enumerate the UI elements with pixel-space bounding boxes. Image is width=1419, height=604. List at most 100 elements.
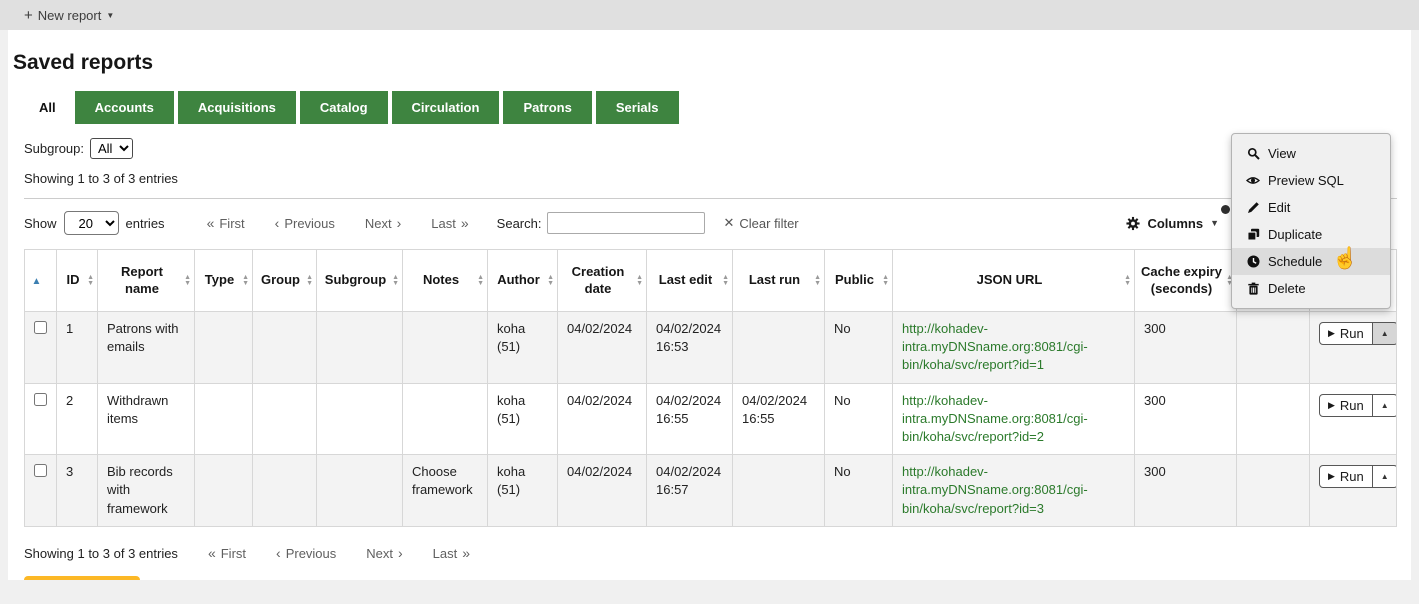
cell-type bbox=[195, 455, 253, 527]
row-checkbox[interactable] bbox=[34, 393, 47, 406]
cell-notes: Choose framework bbox=[403, 455, 488, 527]
subgroup-select[interactable]: All bbox=[90, 138, 133, 159]
double-chevron-left-icon: « bbox=[207, 216, 215, 230]
col-header-author[interactable]: Author▲▼ bbox=[488, 250, 558, 312]
pagination-top: «First ‹Previous Next› Last» bbox=[207, 216, 469, 231]
tab-accounts[interactable]: Accounts bbox=[75, 91, 174, 124]
col-header-group[interactable]: Group▲▼ bbox=[253, 250, 317, 312]
play-icon: ▶ bbox=[1328, 472, 1335, 481]
run-dropdown-toggle[interactable]: ▲ bbox=[1373, 394, 1397, 417]
cell-cache-expiry: 300 bbox=[1135, 383, 1237, 455]
first-page-button[interactable]: «First bbox=[207, 216, 245, 231]
json-url-link[interactable]: http://kohadev-intra.myDNSname.org:8081/… bbox=[902, 464, 1088, 515]
previous-page-button[interactable]: ‹Previous bbox=[275, 216, 335, 231]
run-split-button: ▶Run ▲ bbox=[1319, 465, 1397, 488]
tab-catalog[interactable]: Catalog bbox=[300, 91, 388, 124]
first-page-button[interactable]: «First bbox=[208, 546, 246, 561]
menu-item-edit[interactable]: Edit bbox=[1232, 194, 1390, 221]
col-header-select[interactable]: ▲ bbox=[25, 250, 57, 312]
play-icon: ▶ bbox=[1328, 401, 1335, 410]
obscured-toolbar-icon[interactable] bbox=[1221, 205, 1230, 214]
cell-public: No bbox=[825, 312, 893, 384]
double-chevron-left-icon: « bbox=[208, 546, 216, 560]
search-input[interactable] bbox=[547, 212, 705, 234]
col-header-subgroup[interactable]: Subgroup▲▼ bbox=[317, 250, 403, 312]
sort-icons: ▲▼ bbox=[814, 275, 821, 287]
sort-icons: ▲▼ bbox=[306, 275, 313, 287]
next-page-button[interactable]: Next› bbox=[366, 546, 402, 561]
col-header-public[interactable]: Public▲▼ bbox=[825, 250, 893, 312]
reports-table-body: 1 Patrons with emails koha (51) 04/02/20… bbox=[25, 312, 1397, 527]
menu-item-view[interactable]: View bbox=[1232, 140, 1390, 167]
caret-down-icon: ▼ bbox=[106, 11, 114, 20]
last-page-button[interactable]: Last» bbox=[433, 546, 470, 561]
col-header-cache-expiry[interactable]: Cache expiry (seconds)▲▼ bbox=[1135, 250, 1237, 312]
chevron-left-icon: ‹ bbox=[276, 546, 281, 560]
col-header-type[interactable]: Type▲▼ bbox=[195, 250, 253, 312]
cell-last-run bbox=[733, 455, 825, 527]
row-checkbox[interactable] bbox=[34, 321, 47, 334]
double-chevron-right-icon: » bbox=[461, 216, 469, 230]
run-dropdown-toggle[interactable]: ▲ bbox=[1373, 465, 1397, 488]
col-header-last-run[interactable]: Last run▲▼ bbox=[733, 250, 825, 312]
entries-label: entries bbox=[126, 216, 165, 231]
tab-circulation[interactable]: Circulation bbox=[392, 91, 500, 124]
run-dropdown-toggle[interactable]: ▲ bbox=[1373, 322, 1397, 345]
chevron-right-icon: › bbox=[398, 546, 403, 560]
cell-notes bbox=[403, 383, 488, 455]
clear-filter-button[interactable]: ✕ Clear filter bbox=[723, 215, 798, 231]
col-header-id[interactable]: ID▲▼ bbox=[57, 250, 98, 312]
last-page-button[interactable]: Last» bbox=[431, 216, 468, 231]
cell-id: 3 bbox=[57, 455, 98, 527]
tab-patrons[interactable]: Patrons bbox=[503, 91, 591, 124]
cell-json-url: http://kohadev-intra.myDNSname.org:8081/… bbox=[893, 455, 1135, 527]
page-length-select[interactable]: 20 bbox=[64, 211, 119, 235]
sort-icons: ▲▼ bbox=[184, 275, 191, 287]
json-url-link[interactable]: http://kohadev-intra.myDNSname.org:8081/… bbox=[902, 321, 1088, 372]
clock-icon bbox=[1246, 255, 1260, 268]
cell-actions: ▶Run ▲ bbox=[1310, 455, 1397, 527]
table-header-row: ▲ ID▲▼ Report name▲▼ Type▲▼ Group▲▼ Subg… bbox=[25, 250, 1397, 312]
menu-item-schedule[interactable]: Schedule bbox=[1232, 248, 1390, 275]
col-header-json-url[interactable]: JSON URL▲▼ bbox=[893, 250, 1135, 312]
cell-public: No bbox=[825, 455, 893, 527]
menu-item-delete[interactable]: Delete bbox=[1232, 275, 1390, 302]
cell-obscured bbox=[1237, 383, 1310, 455]
tab-panel: Subgroup: All Showing 1 to 3 of 3 entrie… bbox=[8, 124, 1411, 580]
col-header-last-edit[interactable]: Last edit▲▼ bbox=[647, 250, 733, 312]
menu-item-preview-sql[interactable]: Preview SQL bbox=[1232, 167, 1390, 194]
saved-reports-table: ▲ ID▲▼ Report name▲▼ Type▲▼ Group▲▼ Subg… bbox=[24, 249, 1397, 527]
next-page-button[interactable]: Next› bbox=[365, 216, 401, 231]
run-button[interactable]: ▶Run bbox=[1319, 465, 1373, 488]
delete-selected-button[interactable]: Delete selected bbox=[24, 576, 140, 580]
menu-item-duplicate[interactable]: Duplicate bbox=[1232, 221, 1390, 248]
gear-icon bbox=[1126, 216, 1140, 231]
row-checkbox[interactable] bbox=[34, 464, 47, 477]
pencil-icon bbox=[1246, 201, 1260, 214]
cell-author: koha (51) bbox=[488, 383, 558, 455]
previous-page-button[interactable]: ‹Previous bbox=[276, 546, 336, 561]
json-url-link[interactable]: http://kohadev-intra.myDNSname.org:8081/… bbox=[902, 393, 1088, 444]
tab-all[interactable]: All bbox=[24, 91, 71, 124]
tab-acquisitions[interactable]: Acquisitions bbox=[178, 91, 296, 124]
cell-group bbox=[253, 312, 317, 384]
new-report-button[interactable]: + New report ▼ bbox=[24, 8, 114, 23]
cell-obscured bbox=[1237, 312, 1310, 384]
cell-report-name: Patrons with emails bbox=[98, 312, 195, 384]
page-title: Saved reports bbox=[8, 30, 1411, 91]
eye-icon bbox=[1246, 174, 1260, 187]
run-actions-menu: View Preview SQL Edit Duplicate Schedule… bbox=[1231, 133, 1391, 309]
col-header-creation-date[interactable]: Creation date▲▼ bbox=[558, 250, 647, 312]
columns-settings-button[interactable]: Columns ▼ bbox=[1126, 216, 1219, 231]
cell-subgroup bbox=[317, 383, 403, 455]
run-button[interactable]: ▶Run bbox=[1319, 394, 1373, 417]
tab-serials[interactable]: Serials bbox=[596, 91, 679, 124]
col-header-notes[interactable]: Notes▲▼ bbox=[403, 250, 488, 312]
entries-summary-top: Showing 1 to 3 of 3 entries bbox=[24, 171, 1397, 186]
entries-summary-bottom: Showing 1 to 3 of 3 entries bbox=[24, 546, 178, 561]
cell-cache-expiry: 300 bbox=[1135, 455, 1237, 527]
run-button[interactable]: ▶Run bbox=[1319, 322, 1373, 345]
sort-icons: ▲▼ bbox=[242, 275, 249, 287]
col-header-report-name[interactable]: Report name▲▼ bbox=[98, 250, 195, 312]
cell-last-run: 04/02/2024 16:55 bbox=[733, 383, 825, 455]
